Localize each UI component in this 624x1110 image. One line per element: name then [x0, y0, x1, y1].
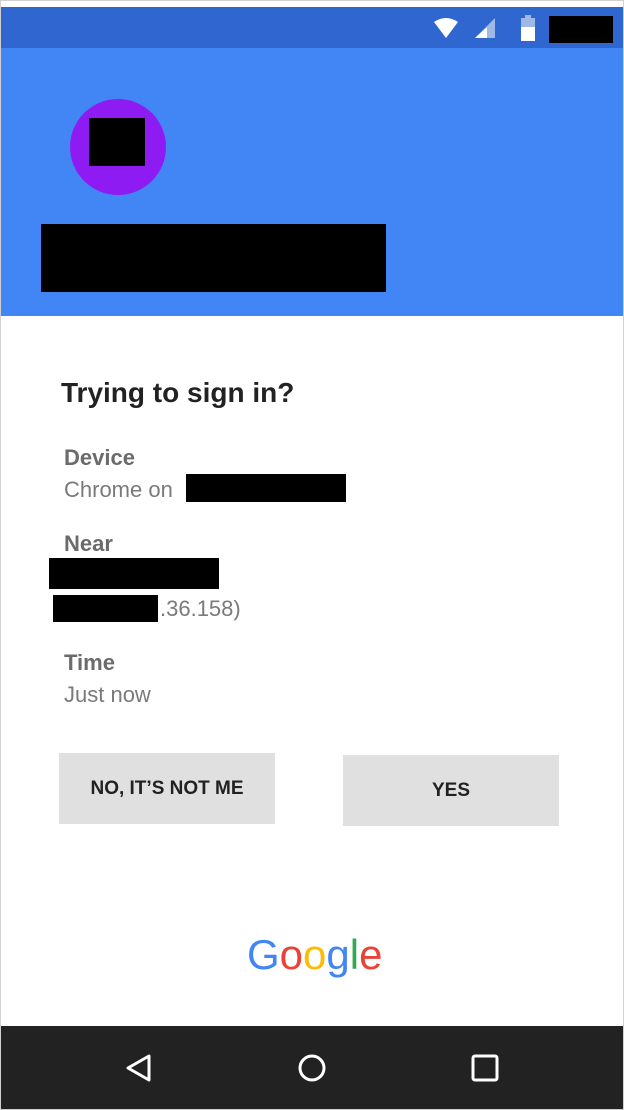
avatar [70, 99, 166, 195]
time-value: Just now [64, 682, 151, 707]
back-icon[interactable] [123, 1052, 155, 1084]
google-logo-letter: l [349, 931, 360, 978]
google-logo-letter: o [303, 931, 327, 978]
phone-screen: Trying to sign in? Device Chrome on Near… [0, 0, 624, 1110]
cell-signal-icon [475, 18, 495, 38]
device-label: Device [64, 445, 135, 470]
device-name-redacted [186, 474, 346, 502]
account-name-redacted [41, 224, 386, 292]
approve-sign-in-button[interactable]: YES [343, 755, 559, 826]
status-bar [1, 7, 623, 48]
deny-sign-in-button[interactable]: NO, IT’S NOT ME [59, 753, 275, 824]
location-redacted [49, 558, 219, 589]
google-logo-letter: e [359, 931, 383, 978]
ip-prefix-redacted [53, 595, 158, 622]
battery-icon [521, 15, 535, 41]
near-label: Near [64, 531, 113, 556]
time-label: Time [64, 650, 115, 675]
ip-address-suffix: .36.158) [160, 596, 241, 621]
google-logo-letter: g [326, 931, 350, 978]
avatar-initial-redacted [89, 118, 145, 166]
navigation-bar [1, 1026, 623, 1109]
google-logo: Google [247, 931, 382, 979]
home-icon[interactable] [296, 1052, 328, 1084]
device-value: Chrome on [64, 477, 173, 502]
wifi-icon [434, 18, 458, 38]
page-title: Trying to sign in? [61, 377, 295, 408]
google-logo-letter: o [279, 931, 304, 978]
account-header [1, 48, 623, 316]
recents-icon[interactable] [469, 1052, 501, 1084]
google-logo-letter: G [247, 931, 280, 978]
clock-redacted [549, 16, 613, 43]
